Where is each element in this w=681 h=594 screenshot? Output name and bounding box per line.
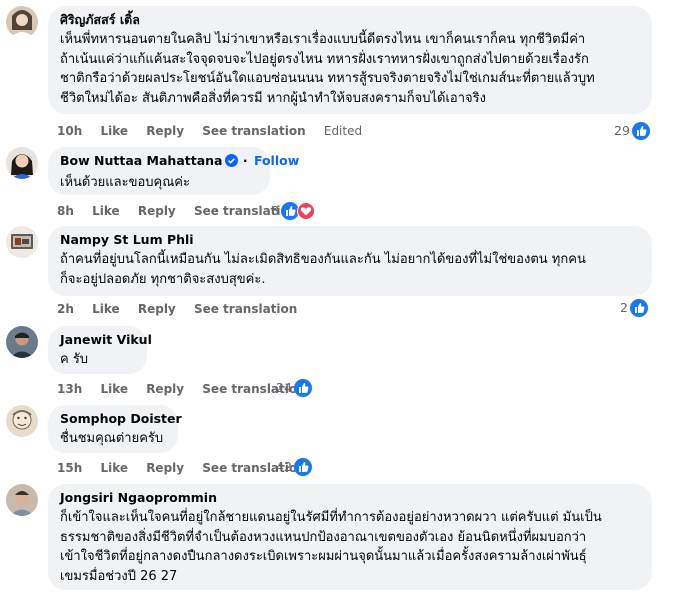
comment-author[interactable]: Somphop Doister <box>60 411 182 427</box>
comment-line: ชาติกรือว่าด้วยผลประโยชน์อันใดแอบซ่อนนนน… <box>60 71 595 86</box>
see-translation-link[interactable]: See translation <box>194 302 297 316</box>
comment-author: Bow Nuttaa Mahattana · Follow <box>60 153 299 171</box>
comment-line: เห็นด้วยและขอบคุณค่ะ <box>60 175 190 190</box>
comment-line: ถ้าคนที่อยู่บนโลกนี้เหมือนกัน ไม่ละเมิดส… <box>60 252 586 267</box>
comment-time[interactable]: 10h <box>57 124 82 138</box>
comment-time[interactable]: 8h <box>57 204 74 218</box>
reaction-summary[interactable]: 29 <box>614 122 650 140</box>
avatar[interactable] <box>6 6 38 38</box>
comment-author[interactable]: ศิริญภัสสร์ เติ้ล <box>60 12 640 28</box>
comment-time[interactable]: 15h <box>57 461 82 475</box>
like-icon <box>629 299 648 317</box>
comment-line: ชื่นชมคุณต่ายครับ <box>60 431 164 446</box>
author-name[interactable]: Bow Nuttaa Mahattana <box>60 153 222 168</box>
reaction-count: 42 <box>276 459 292 474</box>
comment-text: ก็เข้าใจและเห็นใจคนที่อยู่ใกล้ชายแดนอยู่… <box>60 508 640 586</box>
avatar[interactable] <box>6 405 38 437</box>
comment-line: เห็นพี่ทหารนอนตายในคลิป ไม่ว่าเขาหรือเรา… <box>60 32 586 47</box>
comment-time[interactable]: 13h <box>57 382 82 396</box>
reply-button[interactable]: Reply <box>146 382 184 396</box>
reaction-count: 29 <box>614 123 630 138</box>
avatar[interactable] <box>6 484 38 516</box>
like-button[interactable]: Like <box>100 382 128 396</box>
reply-button[interactable]: Reply <box>138 302 176 316</box>
comment-author[interactable]: Nampy St Lum Phli <box>60 232 640 248</box>
reaction-summary[interactable]: 42 <box>276 458 312 476</box>
comment-author[interactable]: Jongsiri Ngaoprommin <box>60 490 640 506</box>
avatar[interactable] <box>6 147 38 179</box>
reaction-summary[interactable]: 8 <box>271 202 315 220</box>
comment-text: เห็นด้วยและขอบคุณค่ะ <box>60 173 258 193</box>
like-icon <box>293 379 312 397</box>
like-button[interactable]: Like <box>100 461 128 475</box>
comment-actions: 10h Like Reply See translation Edited <box>57 123 376 139</box>
reaction-count: 8 <box>271 203 279 218</box>
comment-bubble: Nampy St Lum Phli ถ้าคนที่อยู่บนโลกนี้เห… <box>48 226 652 296</box>
avatar[interactable] <box>6 226 38 258</box>
see-translation-link[interactable]: See translation <box>202 124 305 138</box>
like-button[interactable]: Like <box>100 124 128 138</box>
comment-line: ถ้าเน้นแค่ว่าแก้แค้นสะใจจุดจบจะไปอยู่ตรง… <box>60 51 589 67</box>
comment-text: เห็นพี่ทหารนอนตายในคลิป ไม่ว่าเขาหรือเรา… <box>60 30 640 108</box>
reaction-count: 24 <box>276 380 292 395</box>
comment-actions: 2h Like Reply See translation <box>57 301 311 317</box>
comment-bubble: Bow Nuttaa Mahattana · Follow เห็นด้วยแล… <box>48 147 299 195</box>
verified-badge-icon <box>225 154 239 171</box>
comment-bubble: Janewit Vikul ค รับ <box>48 326 152 374</box>
comment-bubble: ศิริญภัสสร์ เติ้ล เห็นพี่ทหารนอนตายในคลิ… <box>48 6 652 114</box>
avatar[interactable] <box>6 326 38 358</box>
comment-text: ชื่นชมคุณต่ายครับ <box>60 429 166 449</box>
reply-button[interactable]: Reply <box>146 124 184 138</box>
like-icon <box>631 122 650 140</box>
comment-bubble: Jongsiri Ngaoprommin ก็เข้าใจและเห็นใจคน… <box>48 484 652 590</box>
reaction-summary[interactable]: 24 <box>276 379 312 397</box>
comment-text: ค รับ <box>60 350 135 370</box>
reply-button[interactable]: Reply <box>146 461 184 475</box>
comment-line: ค รับ <box>60 352 89 367</box>
edited-label: Edited <box>323 124 363 138</box>
follow-button[interactable]: Follow <box>254 153 299 168</box>
comment-line: ชีวิตใหม่ได้อะ สันติภาพคือสิ่งที่ควรมี ห… <box>60 90 486 106</box>
comment-line: เขมรมื่อช่วงปี 26 27 <box>60 568 178 584</box>
love-icon <box>296 202 315 220</box>
reply-button[interactable]: Reply <box>138 204 176 218</box>
comment-author[interactable]: Janewit Vikul <box>60 332 152 348</box>
comment-line: ก็จะอยู่ปลอดภัย ทุกชาติจะสงบสุขค่ะ. <box>60 271 266 287</box>
comment-text: ถ้าคนที่อยู่บนโลกนี้เหมือนกัน ไม่ละเมิดส… <box>60 250 640 289</box>
like-button[interactable]: Like <box>92 204 120 218</box>
like-icon <box>293 458 312 476</box>
comment-bubble: Somphop Doister ชื่นชมคุณต่ายครับ <box>48 405 182 453</box>
like-button[interactable]: Like <box>92 302 120 316</box>
comment-time[interactable]: 2h <box>57 302 74 316</box>
reaction-summary[interactable]: 2 <box>620 299 648 317</box>
comment-line: เข้าใจชีวิตที่อยู่กลางดงปืนกลางดงระเบิดเ… <box>60 549 587 564</box>
reaction-count: 2 <box>620 300 628 315</box>
comment-line: ธรรมชาติของสิ่งมีชีวิตที่จำเป็นต้องหวงแห… <box>60 529 587 545</box>
comment-line: ก็เข้าใจและเห็นใจคนที่อยู่ใกล้ชายแดนอยู่… <box>60 510 602 525</box>
